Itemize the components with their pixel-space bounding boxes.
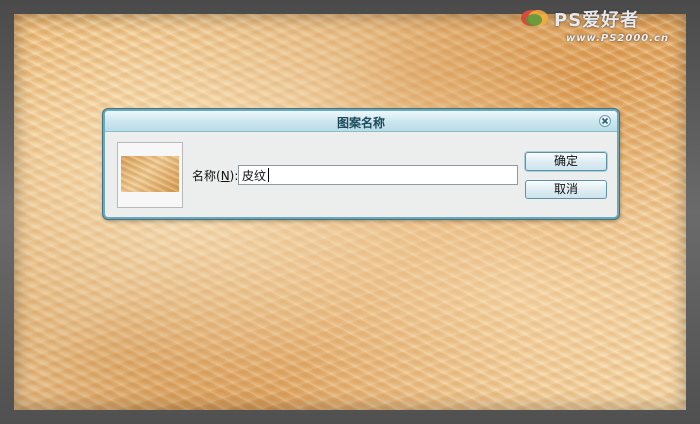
name-label-shortcut: N (220, 169, 230, 183)
logo-icon (521, 10, 548, 26)
dialog-title: 图案名称 (336, 116, 385, 130)
cancel-button[interactable]: 取消 (525, 180, 607, 199)
pattern-name-dialog: 图案名称 名称(N): 确定 取消 (103, 109, 619, 219)
close-icon[interactable] (599, 115, 611, 127)
watermark-logo: PS爱好者 www.PS2000.cn (520, 4, 690, 50)
watermark-title: PS爱好者 (554, 10, 640, 31)
pattern-preview (117, 142, 183, 208)
name-label-prefix: 名称( (192, 169, 221, 183)
name-input[interactable] (238, 165, 518, 185)
pattern-swatch (121, 156, 179, 192)
watermark-url: www.PS2000.cn (566, 33, 670, 44)
dialog-titlebar[interactable]: 图案名称 (105, 111, 617, 132)
name-label: 名称(N): (192, 167, 238, 184)
text-caret (268, 168, 269, 182)
ok-button[interactable]: 确定 (525, 152, 607, 171)
